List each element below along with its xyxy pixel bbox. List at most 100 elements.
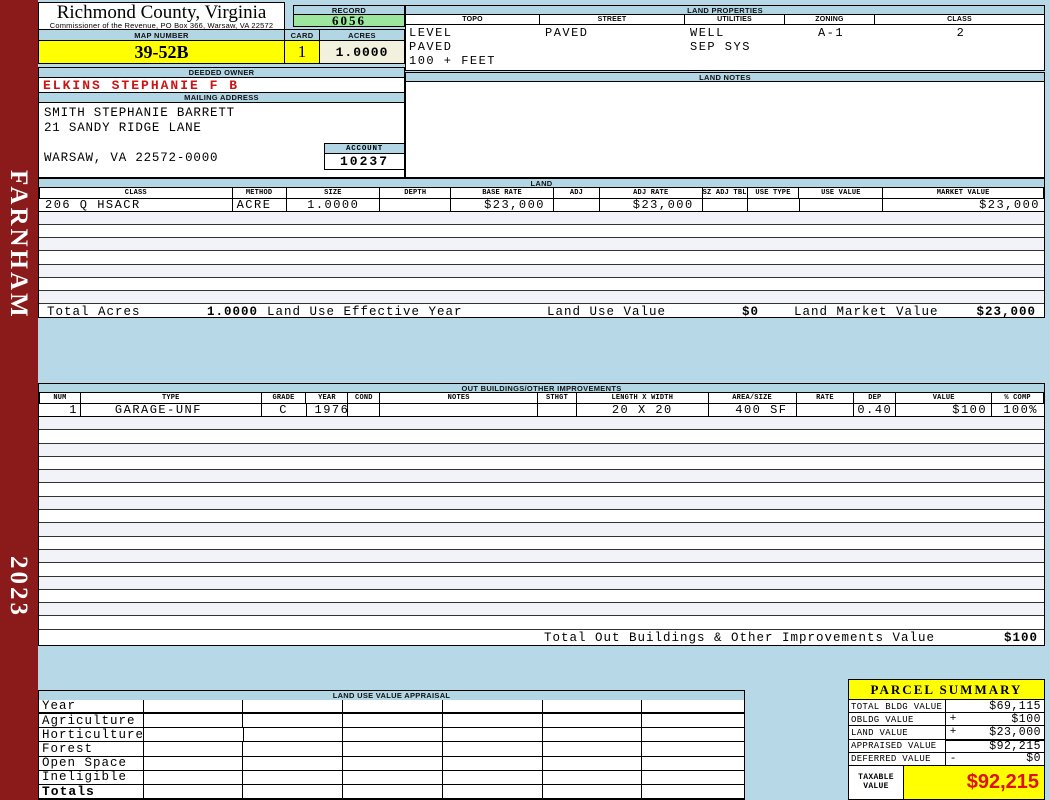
row-label: Ineligible (39, 770, 144, 784)
col-length-width: LENGTH X WIDTH (576, 393, 709, 403)
cell-adj (554, 199, 600, 211)
row-operator: + (949, 713, 957, 726)
land-market-value: $23,000 (976, 305, 1036, 319)
total-acres-label: Total Acres (47, 305, 141, 319)
row-label: APPRAISED VALUE (849, 739, 946, 752)
row-operator: + (949, 726, 957, 739)
county-header-box: Richmond County, Virginia Commissioner o… (38, 2, 285, 30)
col-grade: GRADE (261, 393, 307, 403)
cell-depth (380, 199, 452, 211)
topo-value: PAVED (409, 40, 453, 54)
row-label: Horticulture (39, 728, 144, 742)
cell-value: $100 (896, 404, 993, 416)
col-base-rate: BASE RATE (451, 188, 554, 198)
row-label: OBLDG VALUE (849, 713, 946, 726)
out-buildings-empty-rows (39, 417, 1044, 630)
col-class: CLASS (39, 188, 233, 198)
col-sz-adj-tbl: SZ ADJ TBL (702, 188, 748, 198)
row-label: TOTAL BLDG VALUE (849, 700, 946, 713)
out-buildings-total-value: $100 (1003, 631, 1038, 645)
taxable-value-label: TAXABLE VALUE (849, 765, 904, 799)
cell-adj-rate: $23,000 (600, 199, 703, 211)
col-dep: DEP (854, 393, 897, 403)
property-record-card: FARNHAM 2023 Richmond County, Virginia C… (0, 0, 1050, 800)
table-row: Open Space (39, 756, 744, 771)
col-depth: DEPTH (380, 188, 452, 198)
col-year: YEAR (306, 393, 349, 403)
deeded-owner-name: ELKINS STEPHANIE F B (38, 77, 405, 93)
cell-base-rate: $23,000 (451, 199, 554, 211)
county-title: Richmond County, Virginia (56, 2, 267, 23)
table-row: Ineligible (39, 770, 744, 785)
out-buildings-header-row: NUM TYPE GRADE YEAR COND NOTES STHGT LEN… (39, 393, 1045, 404)
table-row-totals: Totals (39, 784, 744, 799)
cell-length-width: 20 X 20 (577, 404, 709, 416)
table-row: Agriculture (39, 714, 744, 729)
row-label: Year (39, 699, 144, 713)
out-buildings-total-label: Total Out Buildings & Other Improvements… (544, 631, 936, 645)
topo-value: LEVEL (409, 26, 453, 40)
cell-dep: 0.40 (854, 404, 897, 416)
total-acres-value: 1.0000 (207, 305, 259, 319)
col-type: TYPE (80, 393, 262, 403)
district-name: FARNHAM (5, 170, 32, 320)
row-label: LAND VALUE (849, 726, 946, 739)
col-rate: RATE (796, 393, 855, 403)
address-line: 21 SANDY RIDGE LANE (44, 121, 202, 135)
effective-year-label: Land Use Effective Year (267, 305, 463, 319)
col-sthgt: STHGT (538, 393, 577, 403)
summary-row: APPRAISED VALUE $92,215 (849, 738, 1044, 753)
card-value: 1 (284, 40, 320, 64)
address-line: WARSAW, VA 22572-0000 (44, 151, 219, 165)
cell-sthgt (538, 404, 577, 416)
row-label: Totals (39, 784, 144, 799)
land-notes-box (405, 81, 1045, 178)
address-line: SMITH STEPHANIE BARRETT (44, 106, 235, 120)
col-market-value: MARKET VALUE (883, 188, 1044, 198)
cell-area-size: 400 SF (709, 404, 797, 416)
row-value: $69,115 (989, 699, 1041, 713)
record-value: 6056 (293, 13, 405, 28)
row-value: $0 (1026, 752, 1041, 766)
acres-value: 1.0000 (319, 40, 405, 64)
row-label: Open Space (39, 756, 144, 770)
table-row: Forest (39, 742, 744, 757)
taxable-value-row: TAXABLE VALUE $92,215 (849, 764, 1044, 799)
summary-row: OBLDG VALUE + $100 (849, 713, 1044, 727)
out-buildings-table: NUM TYPE GRADE YEAR COND NOTES STHGT LEN… (38, 392, 1045, 646)
row-operator (946, 700, 960, 712)
summary-row: DEFERRED VALUE - $0 (849, 752, 1044, 766)
col-use-type: USE TYPE (747, 188, 800, 198)
land-properties-values: LEVEL PAVED 100 + FEET PAVED WELL SEP SY… (405, 24, 1045, 71)
zoning-value: A-1 (817, 26, 845, 40)
cell-pct-comp: 100% (1003, 404, 1038, 416)
cell-num: 1 (39, 404, 81, 416)
land-empty-rows (39, 212, 1044, 304)
col-cond: COND (348, 393, 381, 403)
utilities-value: WELL (690, 26, 725, 40)
taxable-value: $92,215 (904, 765, 1044, 799)
street-value: PAVED (545, 26, 589, 40)
col-adj: ADJ (553, 188, 600, 198)
left-spine: FARNHAM 2023 (0, 0, 38, 800)
table-row: Horticulture (39, 728, 744, 743)
parcel-summary: PARCEL SUMMARY TOTAL BLDG VALUE $69,115 … (848, 679, 1045, 800)
land-use-appraisal-table: Year Agriculture Horticulture Forest Ope… (38, 699, 745, 800)
land-market-value-label: Land Market Value (794, 305, 939, 319)
cell-sz-adj-tbl (703, 199, 748, 211)
row-operator (946, 738, 960, 752)
cell-notes (380, 404, 539, 416)
parcel-summary-title: PARCEL SUMMARY (849, 680, 1044, 700)
row-value: $23,000 (989, 725, 1041, 739)
row-value: $92,215 (960, 738, 1044, 753)
cell-method: ACRE (233, 199, 287, 211)
land-data-row: 206 Q HSACR ACRE 1.0000 $23,000 $23,000 … (39, 199, 1044, 212)
cell-cond (348, 404, 381, 416)
out-buildings-data-row: 1 GARAGE-UNF C 1976 20 X 20 400 SF 0.40 … (39, 404, 1044, 417)
land-header-row: CLASS METHOD SIZE DEPTH BASE RATE ADJ AD… (39, 188, 1044, 199)
mailing-address-box: SMITH STEPHANIE BARRETT 21 SANDY RIDGE L… (38, 102, 405, 178)
table-row: Year (39, 699, 744, 715)
class-value: 2 (956, 26, 966, 40)
row-label: DEFERRED VALUE (849, 752, 946, 765)
cell-rate (797, 404, 855, 416)
